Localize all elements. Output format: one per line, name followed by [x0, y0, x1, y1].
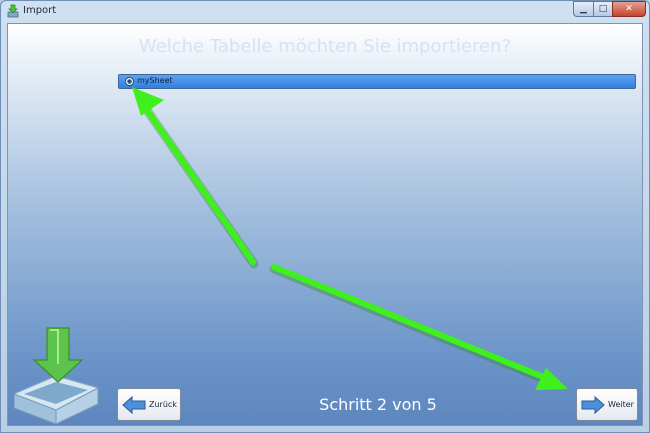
import-window: Import ▁ □ ✕ Welche Tabelle möchten Sie … — [0, 0, 650, 433]
wizard-panel: Welche Tabelle möchten Sie importieren? … — [7, 23, 643, 426]
annotation-arrow-to-list — [132, 87, 256, 265]
annotation-arrow-to-next — [271, 264, 568, 390]
title-bar[interactable]: Import ▁ □ ✕ — [1, 1, 649, 23]
annotation-arrows — [132, 87, 568, 390]
import-app-icon — [7, 4, 19, 18]
maximize-button[interactable]: □ — [593, 1, 613, 17]
minimize-button[interactable]: ▁ — [573, 1, 594, 17]
minimize-icon: ▁ — [580, 4, 587, 14]
close-button[interactable]: ✕ — [612, 1, 646, 17]
window-title: Import — [23, 5, 57, 16]
close-icon: ✕ — [625, 4, 633, 14]
maximize-icon: □ — [598, 4, 608, 14]
